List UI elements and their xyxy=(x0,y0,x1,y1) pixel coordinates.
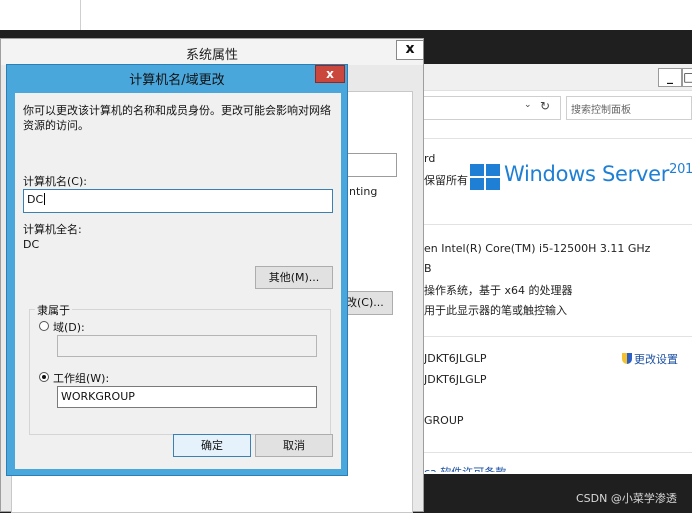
window-title: 系统属性 xyxy=(185,48,238,63)
windows-logo-icon xyxy=(470,164,500,190)
copyright-text: 保留所有 xyxy=(424,174,468,187)
change-button[interactable]: 改(C)... xyxy=(341,291,393,315)
address-bar[interactable]: ⌄ ↻ xyxy=(424,96,561,120)
domain-input[interactable] xyxy=(57,335,317,357)
domain-radio-label: 域(D): xyxy=(53,321,85,334)
domain-radio[interactable] xyxy=(39,321,49,331)
shield-icon xyxy=(622,353,632,364)
description-input[interactable] xyxy=(347,153,397,177)
close-button[interactable]: x xyxy=(396,40,424,60)
full-name-label: 计算机全名: xyxy=(23,223,82,236)
divider xyxy=(424,138,692,139)
more-button[interactable]: 其他(M)... xyxy=(255,266,333,289)
maximize-button[interactable]: □ xyxy=(682,68,692,87)
partial-text: nting xyxy=(349,185,378,198)
computer-name-input[interactable]: DC xyxy=(23,189,333,213)
edition-text: rd xyxy=(424,152,436,165)
ok-button[interactable]: 确定 xyxy=(173,434,251,457)
cancel-button[interactable]: 取消 xyxy=(255,434,333,457)
activation-link[interactable]: ca 软件许可条款 xyxy=(424,464,506,472)
computer-name-label: 计算机名(C): xyxy=(23,175,87,188)
chevron-down-icon[interactable]: ⌄ xyxy=(524,100,532,110)
divider xyxy=(424,336,692,337)
divider xyxy=(80,0,81,30)
pen-touch-text: 用于此显示器的笔或触控输入 xyxy=(424,304,567,317)
member-of-label: 隶属于 xyxy=(35,302,72,318)
full-name-text: JDKT6JLGLP xyxy=(424,373,487,386)
workgroup-input[interactable]: WORKGROUP xyxy=(57,386,317,408)
ram-text: B xyxy=(424,262,432,275)
system-type-text: 操作系统，基于 x64 的处理器 xyxy=(424,284,573,297)
windows-server-brand: Windows Server2012 xyxy=(504,162,692,186)
computer-name-dialog: 计算机名/域更改 x 你可以更改该计算机的名称和成员身份。更改可能会影响对网络资… xyxy=(6,64,348,476)
search-input[interactable]: 搜索控制面板 xyxy=(566,96,692,120)
divider xyxy=(424,452,692,453)
desktop-top-strip xyxy=(0,0,692,30)
close-button[interactable]: x xyxy=(315,65,345,83)
dialog-description: 你可以更改该计算机的名称和成员身份。更改可能会影响对网络资源的访问。 xyxy=(23,104,331,132)
refresh-icon[interactable]: ↻ xyxy=(540,99,550,113)
computer-name-value: DC xyxy=(27,193,44,206)
full-name-value: DC xyxy=(23,238,40,251)
workgroup-text: GROUP xyxy=(424,414,464,427)
processor-text: en Intel(R) Core(TM) i5-12500H 3.11 GHz xyxy=(424,242,651,255)
watermark: CSDN @小菜学渗透 xyxy=(576,492,677,505)
minimize-button[interactable]: _ xyxy=(658,68,682,87)
brand-version: 2012 xyxy=(669,162,692,177)
computer-name-text: JDKT6JLGLP xyxy=(424,352,487,365)
change-settings-label: 更改设置 xyxy=(634,353,678,366)
workgroup-radio-label: 工作组(W): xyxy=(53,372,110,385)
change-settings-link[interactable]: 更改设置 xyxy=(622,351,678,367)
text-caret xyxy=(44,193,46,205)
workgroup-radio[interactable] xyxy=(39,372,49,382)
brand-name: Windows Server xyxy=(504,162,670,186)
control-panel-titlebar xyxy=(424,64,692,91)
dialog-body: 你可以更改该计算机的名称和成员身份。更改可能会影响对网络资源的访问。 计算机名(… xyxy=(15,93,341,469)
divider xyxy=(424,224,692,225)
control-panel-window: _ □ ⌄ ↻ 搜索控制面板 rd 保留所有 Windows Server201… xyxy=(424,64,692,474)
search-placeholder: 搜索控制面板 xyxy=(571,105,631,116)
dialog-title: 计算机名/域更改 xyxy=(129,73,225,88)
